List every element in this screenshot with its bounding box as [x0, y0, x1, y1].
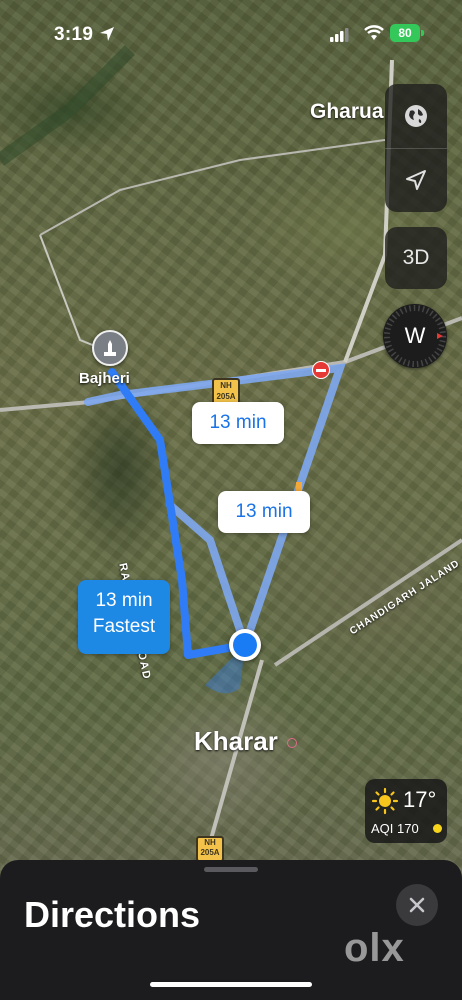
- signal-icon: [330, 28, 349, 42]
- landmark-pin-icon[interactable]: [92, 330, 128, 366]
- poi-dot: [287, 738, 297, 748]
- close-icon: [409, 897, 425, 913]
- temple-icon: [104, 340, 116, 356]
- 3d-toggle-button[interactable]: 3D: [385, 227, 447, 289]
- globe-icon: [405, 105, 427, 127]
- place-label-gharuan[interactable]: Gharua: [310, 100, 384, 124]
- aqi-dot: [433, 824, 442, 833]
- track-location-button[interactable]: [385, 148, 447, 212]
- weather-widget[interactable]: 17° AQI 170: [365, 779, 447, 843]
- fastest-label: Fastest: [92, 616, 156, 637]
- battery-tip: [421, 30, 424, 36]
- route-eta-text: 13 min: [95, 590, 153, 611]
- aqi-value: AQI 170: [371, 821, 419, 836]
- place-label-bajheri[interactable]: Bajheri: [79, 370, 130, 387]
- directions-sheet[interactable]: Directions olx: [0, 860, 462, 1000]
- nh-badge-south: NH 205A: [196, 836, 224, 862]
- side-road-2: [39, 139, 386, 236]
- compass-button[interactable]: W: [383, 304, 447, 368]
- route-eta-text: 13 min: [209, 412, 267, 433]
- location-arrow-icon: [406, 170, 426, 190]
- olx-watermark-logo: olx: [344, 926, 405, 970]
- status-time: 3:19: [54, 24, 94, 45]
- battery-indicator: 80: [390, 24, 420, 42]
- sheet-title: Directions: [24, 894, 201, 935]
- route-eta-callout[interactable]: 13 min: [192, 402, 284, 444]
- location-arrow-icon: [100, 27, 114, 41]
- route-eta-callout[interactable]: 13 min: [218, 491, 310, 533]
- fastest-route-callout[interactable]: 13 min Fastest: [78, 580, 170, 654]
- place-label-kharar[interactable]: Kharar: [194, 726, 278, 757]
- route-eta-text: 13 min: [235, 501, 293, 522]
- status-bar: 3:19 80: [0, 0, 462, 70]
- current-location-dot: [229, 629, 261, 661]
- chandigarh-road: [273, 538, 462, 667]
- map-controls: [385, 84, 447, 212]
- sun-icon: [371, 787, 399, 815]
- weather-temperature: 17°: [403, 787, 437, 812]
- home-indicator: [150, 982, 312, 987]
- sheet-grabber[interactable]: [204, 867, 258, 872]
- compass-heading-letter: W: [404, 323, 426, 348]
- close-button[interactable]: [396, 884, 438, 926]
- wifi-icon: [364, 25, 384, 40]
- map-mode-button[interactable]: [385, 84, 447, 148]
- no-entry-icon: [312, 361, 330, 379]
